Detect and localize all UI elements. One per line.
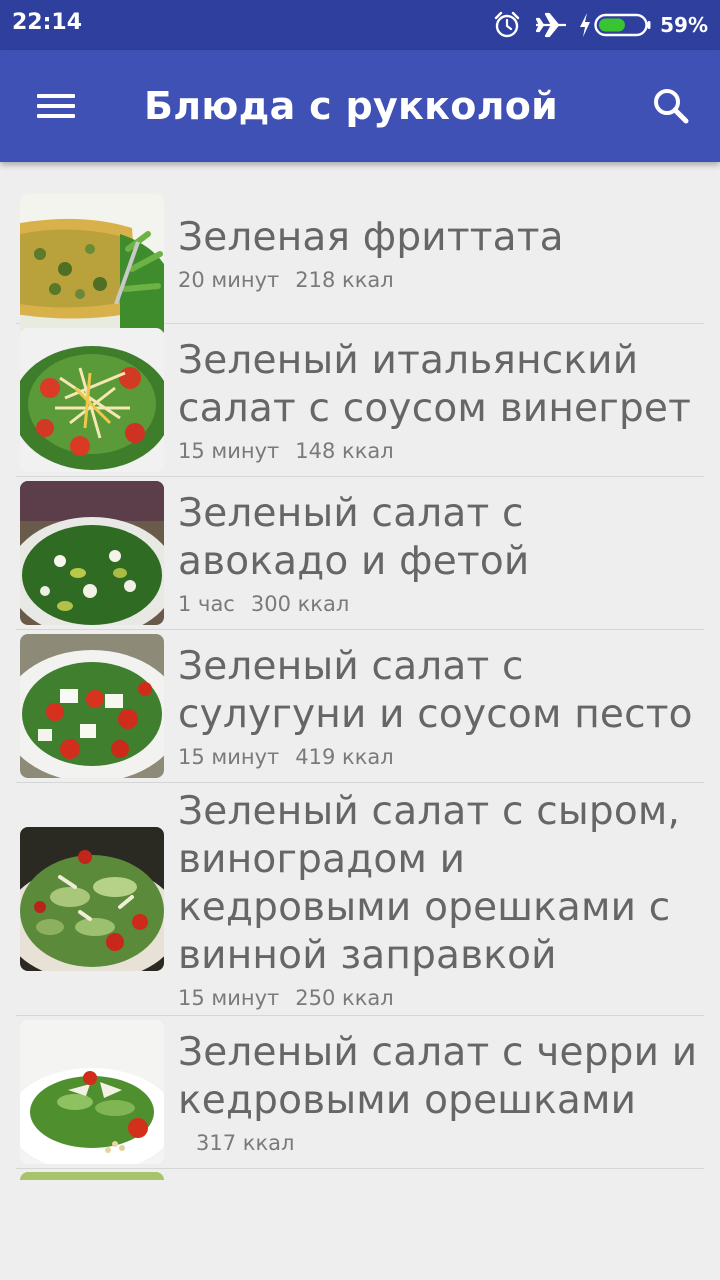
status-icons: 59% — [492, 9, 708, 41]
recipe-kcal: 148 ккал — [295, 439, 394, 463]
recipe-kcal: 218 ккал — [295, 267, 394, 292]
recipe-image-frittata — [20, 194, 164, 338]
recipe-image-suluguni-pesto-salad — [20, 634, 164, 778]
recipe-title: Зеленый салат с сулугуни и соусом песто — [178, 644, 693, 737]
cherry-pine-nut-salad-photo — [20, 1020, 164, 1164]
recipe-image-cheese-grape-salad — [20, 827, 164, 971]
battery-percentage: 59% — [660, 13, 708, 37]
recipe-meta: 317 ккал — [178, 1131, 698, 1155]
frittata-photo — [20, 194, 164, 338]
page-title: Блюда с рукколой — [144, 84, 559, 128]
list-item[interactable]: Зеленая фриттата 20 минут 218 ккал — [16, 162, 704, 338]
cheese-grape-salad-photo — [20, 827, 164, 971]
recipe-title: Зеленая фриттата — [178, 214, 564, 260]
recipe-kcal: 250 ккал — [295, 986, 394, 1010]
recipe-time: 15 минут — [178, 986, 280, 1010]
recipe-kcal: 419 ккал — [295, 745, 394, 769]
search-icon — [654, 89, 689, 124]
hamburger-menu-icon-line — [37, 114, 75, 118]
avocado-feta-salad-photo — [20, 481, 164, 625]
recipe-kcal: 300 ккал — [250, 592, 350, 616]
list-item[interactable]: Зеленый салат с сулугуни и соусом песто … — [16, 630, 704, 783]
recipe-meta: 20 минут 218 ккал — [178, 268, 698, 292]
charging-icon — [580, 13, 591, 37]
recipe-time: 15 минут — [178, 745, 280, 769]
recipe-kcal: 317 ккал — [196, 1131, 295, 1155]
recipe-image-cherry-pine-nut-salad — [20, 1020, 164, 1164]
recipe-list: Зеленая фриттата 20 минут 218 ккал Зелены… — [16, 162, 704, 1169]
app-bar: Блюда с рукколой — [0, 50, 720, 162]
recipe-meta: 15 минут 250 ккал — [178, 986, 698, 1010]
list-item[interactable]: Зеленый салат с черри и кедровыми орешка… — [16, 1016, 704, 1169]
recipe-image-italian-salad — [20, 328, 164, 472]
recipe-meta: 15 минут 419 ккал — [178, 745, 698, 769]
recipe-meta: 1 час 300 ккал — [178, 592, 698, 616]
menu-button[interactable] — [28, 80, 84, 132]
recipe-title: Зеленый салат с авокадо и фетой — [178, 491, 530, 584]
list-item[interactable]: Зеленый итальянский салат с соусом винег… — [16, 324, 704, 477]
list-item[interactable]: Зеленый салат с авокадо и фетой 1 час 300… — [16, 477, 704, 630]
hamburger-menu-icon-line — [37, 104, 75, 108]
recipe-title: Зеленый салат с черри и кедровыми орешка… — [178, 1030, 698, 1123]
status-time: 22:14 — [12, 10, 83, 35]
recipe-image-avocado-feta-salad — [20, 481, 164, 625]
next-recipe-image-partial — [20, 1172, 164, 1180]
recipe-title: Зеленый итальянский салат с соусом винег… — [178, 338, 692, 431]
hamburger-menu-icon — [37, 94, 75, 98]
search-button[interactable] — [644, 80, 700, 132]
recipe-time: 15 минут — [178, 439, 280, 463]
recipe-title: Зеленый салат с сыром, виноградом и кедр… — [178, 789, 681, 978]
airplane-mode-icon — [536, 12, 567, 38]
recipe-time: 20 минут — [178, 267, 280, 292]
suluguni-pesto-salad-photo — [20, 634, 164, 778]
status-bar: 22:14 59% — [0, 0, 720, 50]
recipe-meta: 15 минут 148 ккал — [178, 439, 698, 463]
recipe-time: 1 час — [178, 592, 235, 616]
list-item[interactable]: Зеленый салат с сыром, виноградом и кедр… — [16, 783, 704, 1016]
italian-salad-photo — [20, 328, 164, 472]
alarm-icon — [494, 11, 520, 38]
battery-icon — [594, 13, 651, 37]
